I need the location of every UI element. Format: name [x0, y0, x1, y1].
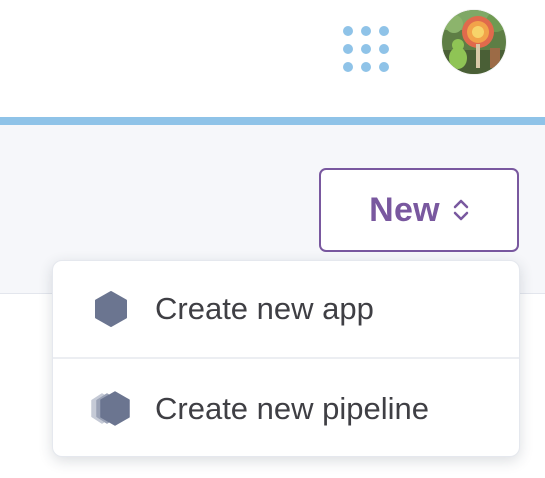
new-button[interactable]: New: [319, 168, 519, 252]
menu-item-label: Create new app: [155, 291, 374, 326]
menu-item-label: Create new pipeline: [155, 391, 430, 426]
new-dropdown-menu: Create new app Create new pipeline: [52, 260, 520, 457]
chevron-up-down-icon: [453, 198, 469, 222]
menu-item-create-pipeline[interactable]: Create new pipeline: [53, 361, 519, 456]
menu-item-create-app[interactable]: Create new app: [53, 261, 519, 357]
top-header: [0, 0, 545, 117]
new-button-label: New: [369, 190, 440, 229]
apps-grid-icon[interactable]: [342, 25, 394, 73]
app-hexagon-icon: [91, 289, 131, 329]
avatar[interactable]: [442, 10, 506, 74]
menu-divider: [53, 357, 519, 359]
header-accent-line: [0, 117, 545, 125]
pipeline-stack-icon: [91, 389, 131, 429]
